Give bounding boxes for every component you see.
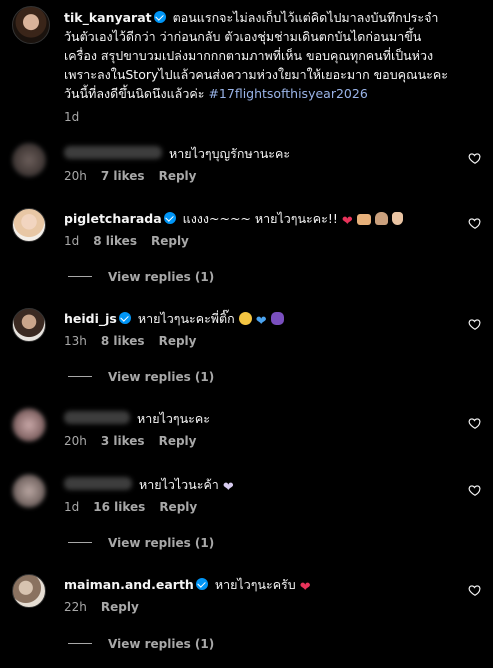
comment-timestamp: 20h [64,169,87,183]
avatar[interactable] [12,474,46,508]
avatar[interactable] [12,6,50,44]
grapes-emoji-icon [270,312,284,325]
comments-pane: tik_kanyarat ตอนแรกจะไม่ลงเก็บไว้แต่คิดไ… [0,0,493,668]
avatar[interactable] [12,308,46,342]
comment-meta: 20h 7 likes Reply [64,169,210,183]
verified-badge-icon [118,312,131,324]
comment-timestamp: 1d [64,234,80,248]
comment-body: หายไวๆนะคะ [136,411,210,426]
likes-count[interactable]: 8 likes [93,234,137,248]
heart-outline-icon[interactable] [468,151,482,165]
divider [68,542,92,543]
pleading-face-emoji-icon [238,312,252,325]
likes-count[interactable]: 16 likes [93,500,145,514]
caption-line: วันนี้ที่ลงดีขึ้นนิดนึงแล้วค่ะ [64,86,205,101]
comment-text: pigletcharada แงงง~~~~ หายไวๆนะคะ!! ❤ [64,210,403,231]
comment-text: heidi_js หายไวๆนะคะพี่ติ๊ก ❤ [64,310,284,331]
comment-text: หายไวไวนะค้า ❤ [64,476,234,497]
caption-line: เพราะลงในStoryไปแล้วคนส่งความห่วงใยมาให้… [64,67,448,82]
likes-count[interactable]: 7 likes [101,169,145,183]
verified-badge-icon [153,11,166,23]
likes-count[interactable]: 8 likes [101,334,145,348]
comment-timestamp: 22h [64,600,87,614]
comment-body: แงงง~~~~ หายไวๆนะคะ!! [182,211,338,226]
comment-body: หายไวไวนะค้า [138,477,219,492]
comment-timestamp: 13h [64,334,87,348]
reply-button[interactable]: Reply [159,500,197,514]
comment-text: หายไวๆบุญรักษานะคะ [64,145,290,163]
comment-username-blurred[interactable] [64,477,132,490]
comment-body: หายไวๆนะคะพี่ติ๊ก [137,311,235,326]
reply-button[interactable]: Reply [159,169,197,183]
comment-username[interactable]: maiman.and.earth [64,577,194,592]
comment-item: หายไวๆนะคะ 20h 3 likes Reply [12,408,482,454]
comment-meta: 1d 8 likes Reply [64,234,203,248]
comment-body: หายไวๆบุญรักษานะคะ [168,146,291,161]
comment-timestamp: 20h [64,434,87,448]
avatar[interactable] [12,143,46,177]
comment-meta: 20h 3 likes Reply [64,434,210,448]
caption-timestamp: 1d [64,110,80,124]
divider [68,276,92,277]
reply-button[interactable]: Reply [159,334,197,348]
view-replies-button[interactable]: View replies (1) [68,370,214,384]
avatar[interactable] [12,208,46,242]
heart-hands-emoji-icon [356,214,371,225]
comment-text: maiman.and.earth หายไวๆนะครับ ❤ [64,576,311,597]
caption-line: เครื่อง สรุปขาบวมเปล่งมากกกตามภาพที่เห็น… [64,48,434,63]
comment-item: หายไวไวนะค้า ❤ 1d 16 likes Reply View repli… [12,474,482,564]
white-heart-emoji-icon: ❤ [222,480,234,495]
comment-meta: 13h 8 likes Reply [64,334,210,348]
comment-item: heidi_js หายไวๆนะคะพี่ติ๊ก ❤ 13h 8 likes Re… [12,308,482,398]
comment-username[interactable]: pigletcharada [64,211,162,226]
caption-username[interactable]: tik_kanyarat [64,10,152,25]
verified-badge-icon [163,212,176,224]
hashtag-link[interactable]: #17flightsofthisyear2026 [208,86,367,101]
view-replies-button[interactable]: View replies (1) [68,270,214,284]
view-replies-button[interactable]: View replies (1) [68,637,214,651]
caption-text: tik_kanyarat ตอนแรกจะไม่ลงเก็บไว้แต่คิดไ… [64,8,484,103]
comment-item: pigletcharada แงงง~~~~ หายไวๆนะคะ!! ❤ 1d 8… [12,208,482,298]
divider [68,376,92,377]
avatar[interactable] [12,574,46,608]
heart-outline-icon[interactable] [468,583,482,597]
comment-username-blurred[interactable] [64,411,130,424]
comment-body: หายไวๆนะครับ [214,577,296,592]
comment-timestamp: 1d [64,500,80,514]
heart-emoji-icon: ❤ [299,580,311,595]
view-replies-button[interactable]: View replies (1) [68,536,214,550]
reply-button[interactable]: Reply [159,434,197,448]
heart-outline-icon[interactable] [468,216,482,230]
reply-button[interactable]: Reply [101,600,139,614]
heart-outline-icon[interactable] [468,416,482,430]
heart-emoji-icon: ❤ [341,214,353,229]
praying-hands-emoji-icon [374,212,388,225]
heart-outline-icon[interactable] [468,483,482,497]
comment-item: หายไวๆบุญรักษานะคะ 20h 7 likes Reply [12,143,482,189]
victory-hand-emoji-icon [391,212,403,225]
comment-meta: 22h Reply [64,600,153,614]
avatar[interactable] [12,408,46,442]
heart-outline-icon[interactable] [468,317,482,331]
caption-line: ตอนแรกจะไม่ลงเก็บไว้แต่คิดไปมาลงบันทึกปร… [172,10,439,25]
comment-item: maiman.and.earth หายไวๆนะครับ ❤ 22h Reply … [12,574,482,664]
blue-heart-emoji-icon: ❤ [255,314,267,329]
caption-line: วันตัวเองไว้ดีกว่า ว่าก่อนกลับ ตัวเองชุ่… [64,29,422,44]
divider [68,643,92,644]
verified-badge-icon [195,578,208,590]
comment-username-blurred[interactable] [64,146,162,159]
reply-button[interactable]: Reply [151,234,189,248]
comment-text: หายไวๆนะคะ [64,410,210,428]
comment-username[interactable]: heidi_js [64,311,117,326]
likes-count[interactable]: 3 likes [101,434,145,448]
comment-meta: 1d 16 likes Reply [64,500,211,514]
